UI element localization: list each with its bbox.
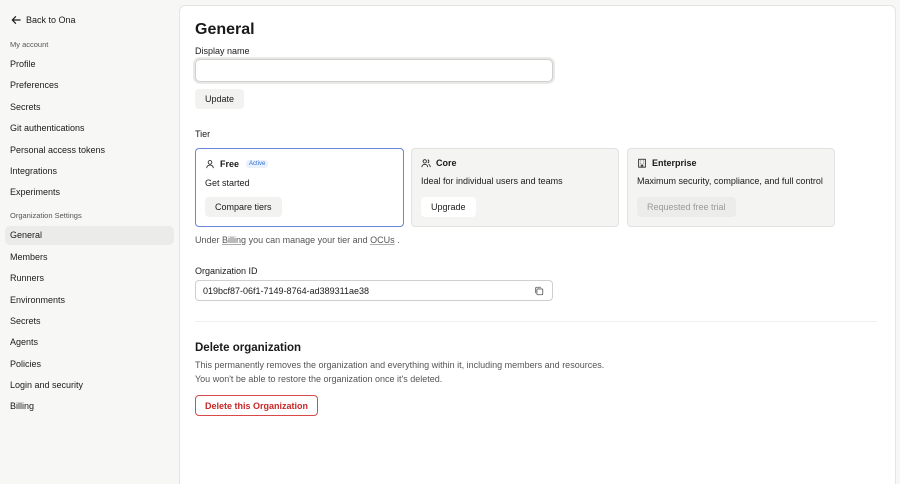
org-id-label: Organization ID (195, 266, 258, 276)
tier-name-enterprise: Enterprise (652, 158, 697, 168)
tier-card-enterprise: Enterprise Maximum security, compliance,… (627, 148, 835, 227)
active-badge: Active (246, 160, 269, 168)
delete-organization-button[interactable]: Delete this Organization (195, 395, 319, 416)
org-nav: General Members Runners Environments Sec… (5, 226, 174, 416)
sidebar-item-org-secrets[interactable]: Secrets (5, 312, 174, 331)
arrow-left-icon (11, 16, 21, 24)
tier-name-free: Free (220, 159, 240, 169)
copy-icon[interactable] (534, 286, 544, 296)
tier-name-core: Core (436, 158, 457, 168)
sidebar-item-billing[interactable]: Billing (5, 397, 174, 416)
tier-label: Tier (195, 129, 211, 139)
update-button[interactable]: Update (195, 89, 245, 109)
compare-tiers-button[interactable]: Compare tiers (205, 197, 282, 217)
sidebar-item-experiments[interactable]: Experiments (5, 183, 174, 202)
sidebar-item-integrations[interactable]: Integrations (5, 162, 174, 181)
tier-desc-enterprise: Maximum security, compliance, and full c… (637, 176, 823, 186)
page-title: General (195, 21, 255, 38)
display-name-label: Display name (195, 46, 250, 56)
tier-desc-core: Ideal for individual users and teams (421, 176, 563, 186)
display-name-input[interactable] (195, 59, 553, 82)
back-link-label: Back to Ona (26, 15, 76, 25)
sidebar-item-environments[interactable]: Environments (5, 291, 174, 310)
sidebar-item-secrets[interactable]: Secrets (5, 98, 174, 117)
org-settings-label: Organization Settings (10, 211, 82, 221)
sidebar-item-git-authentications[interactable]: Git authentications (5, 119, 174, 138)
billing-link[interactable]: Billing (222, 235, 246, 245)
org-id-field: 019bcf87-06f1-7149-8764-ad389311ae38 (195, 280, 553, 301)
requested-free-trial-button: Requested free trial (637, 197, 736, 217)
users-icon (421, 159, 431, 168)
tier-note: Under Billing you can manage your tier a… (195, 235, 400, 245)
my-account-label: My account (10, 40, 49, 49)
user-icon (206, 160, 214, 169)
delete-org-desc-1: This permanently removes the organizatio… (195, 360, 605, 370)
tier-desc-free: Get started (205, 178, 250, 188)
delete-org-desc-2: You won't be able to restore the organiz… (195, 374, 443, 384)
sidebar: Back to Ona My account Profile Preferenc… (0, 0, 179, 484)
building-icon (638, 158, 646, 168)
sidebar-item-runners[interactable]: Runners (5, 269, 174, 288)
sidebar-item-profile[interactable]: Profile (5, 55, 174, 74)
delete-org-title: Delete organization (195, 342, 302, 354)
ocus-link[interactable]: OCUs (370, 235, 395, 245)
sidebar-item-preferences[interactable]: Preferences (5, 76, 174, 95)
org-id-value: 019bcf87-06f1-7149-8764-ad389311ae38 (203, 285, 369, 296)
account-nav: Profile Preferences Secrets Git authenti… (5, 55, 174, 202)
sidebar-item-login-and-security[interactable]: Login and security (5, 376, 174, 395)
upgrade-button[interactable]: Upgrade (421, 197, 476, 217)
sidebar-item-members[interactable]: Members (5, 248, 174, 267)
divider (195, 321, 877, 322)
sidebar-item-agents[interactable]: Agents (5, 333, 174, 352)
sidebar-item-general[interactable]: General (5, 226, 174, 246)
sidebar-item-personal-access-tokens[interactable]: Personal access tokens (5, 141, 174, 160)
main-panel: General Display name Update Tier Free Ac… (179, 5, 896, 484)
sidebar-item-policies[interactable]: Policies (5, 355, 174, 374)
back-link[interactable]: Back to Ona (5, 14, 174, 26)
tier-card-free[interactable]: Free Active Get started Compare tiers (195, 148, 404, 227)
tier-card-core: Core Ideal for individual users and team… (411, 148, 619, 227)
